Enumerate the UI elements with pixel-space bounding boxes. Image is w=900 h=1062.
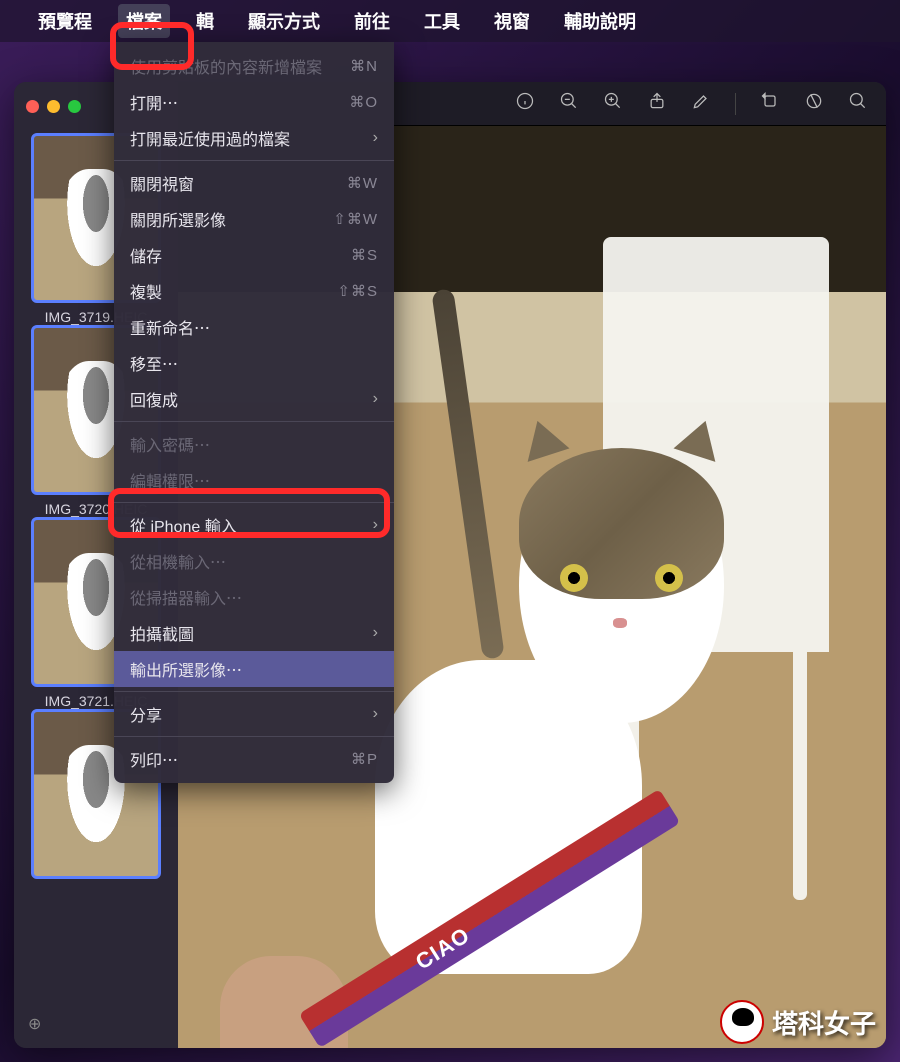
- share-icon[interactable]: [647, 91, 667, 116]
- watermark-icon: [720, 1000, 764, 1044]
- menu-item-label: 輸出所選影像⋯: [130, 657, 242, 681]
- menu-item-label: 複製: [130, 279, 162, 303]
- search-icon[interactable]: [848, 91, 868, 116]
- menu-item[interactable]: 打開最近使用過的檔案 ›: [114, 120, 394, 156]
- menu-item[interactable]: 輸出所選影像⋯: [114, 651, 394, 687]
- menu-item-label: 使用剪貼板的內容新增檔案: [130, 54, 322, 78]
- add-page-button[interactable]: ⊕: [22, 1008, 170, 1040]
- menu-file[interactable]: 檔案: [118, 4, 170, 38]
- menu-item-label: 關閉視窗: [130, 171, 194, 195]
- menu-item-label: 分享: [130, 702, 162, 726]
- menu-item: 編輯權限⋯: [114, 462, 394, 498]
- menu-shortcut: ⌘S: [351, 246, 378, 264]
- menu-edit[interactable]: 輯: [188, 4, 222, 38]
- menu-help[interactable]: 輔助說明: [556, 4, 644, 38]
- menu-item-label: 拍攝截圖: [130, 621, 194, 645]
- menu-item: 從相機輸入⋯: [114, 543, 394, 579]
- menu-item-label: 編輯權限⋯: [130, 468, 210, 492]
- menu-item[interactable]: 分享 ›: [114, 696, 394, 732]
- menu-shortcut: ⌘O: [349, 93, 378, 111]
- menu-item-label: 儲存: [130, 243, 162, 267]
- toolbar-divider: [735, 93, 736, 115]
- info-icon[interactable]: [515, 91, 535, 116]
- menu-item[interactable]: 複製 ⇧⌘S: [114, 273, 394, 309]
- menu-item-label: 打開⋯: [130, 90, 178, 114]
- menu-item[interactable]: 拍攝截圖 ›: [114, 615, 394, 651]
- zoom-in-icon[interactable]: [603, 91, 623, 116]
- menu-shortcut: ⇧⌘W: [333, 210, 378, 228]
- menu-item-label: 關閉所選影像: [130, 207, 226, 231]
- menu-shortcut: ⌘W: [347, 174, 378, 192]
- markup-icon[interactable]: [691, 91, 711, 116]
- menu-item[interactable]: 關閉視窗 ⌘W: [114, 165, 394, 201]
- chevron-right-icon: ›: [373, 624, 378, 642]
- menu-item: 從掃描器輸入⋯: [114, 579, 394, 615]
- menu-separator: [114, 502, 394, 503]
- minimize-button[interactable]: [47, 100, 60, 113]
- menu-separator: [114, 691, 394, 692]
- menu-item: 輸入密碼⋯: [114, 426, 394, 462]
- menu-item-label: 回復成: [130, 387, 178, 411]
- menu-item[interactable]: 儲存 ⌘S: [114, 237, 394, 273]
- chevron-right-icon: ›: [373, 390, 378, 408]
- app-menu[interactable]: 預覽程: [30, 4, 100, 38]
- menu-separator: [114, 160, 394, 161]
- menu-item-label: 重新命名⋯: [130, 315, 210, 339]
- menu-separator: [114, 421, 394, 422]
- menu-go[interactable]: 前往: [346, 4, 398, 38]
- chevron-right-icon: ›: [373, 516, 378, 534]
- menu-window[interactable]: 視窗: [486, 4, 538, 38]
- menu-tools[interactable]: 工具: [416, 4, 468, 38]
- watermark-text: 塔科女子: [772, 1004, 876, 1041]
- menu-item-label: 輸入密碼⋯: [130, 432, 210, 456]
- rotate-icon[interactable]: [760, 91, 780, 116]
- menu-item-label: 打開最近使用過的檔案: [130, 126, 290, 150]
- menu-item-label: 從掃描器輸入⋯: [130, 585, 242, 609]
- zoom-out-icon[interactable]: [559, 91, 579, 116]
- highlight-icon[interactable]: [804, 91, 824, 116]
- system-menubar: 預覽程 檔案 輯 顯示方式 前往 工具 視窗 輔助說明: [0, 0, 900, 42]
- menu-shortcut: ⌘P: [351, 750, 378, 768]
- menu-separator: [114, 736, 394, 737]
- chevron-right-icon: ›: [373, 705, 378, 723]
- menu-shortcut: ⌘N: [350, 57, 378, 75]
- menu-item-label: 列印⋯: [130, 747, 178, 771]
- menu-item[interactable]: 重新命名⋯: [114, 309, 394, 345]
- menu-item[interactable]: 從 iPhone 輸入 ›: [114, 507, 394, 543]
- menu-item-label: 從 iPhone 輸入: [130, 513, 237, 537]
- menu-item[interactable]: 移至⋯: [114, 345, 394, 381]
- menu-view[interactable]: 顯示方式: [240, 4, 328, 38]
- watermark: 塔科女子: [720, 1000, 876, 1044]
- menu-item[interactable]: 打開⋯ ⌘O: [114, 84, 394, 120]
- menu-item[interactable]: 回復成 ›: [114, 381, 394, 417]
- file-menu-dropdown: 使用剪貼板的內容新增檔案 ⌘N 打開⋯ ⌘O 打開最近使用過的檔案 › 關閉視窗 ⌘W 關閉所選…: [114, 42, 394, 783]
- close-button[interactable]: [26, 100, 39, 113]
- chevron-right-icon: ›: [373, 129, 378, 147]
- menu-item[interactable]: 列印⋯ ⌘P: [114, 741, 394, 777]
- menu-item[interactable]: 關閉所選影像 ⇧⌘W: [114, 201, 394, 237]
- menu-item-label: 移至⋯: [130, 351, 178, 375]
- menu-shortcut: ⇧⌘S: [337, 282, 378, 300]
- fullscreen-button[interactable]: [68, 100, 81, 113]
- menu-item-label: 從相機輸入⋯: [130, 549, 226, 573]
- menu-item: 使用剪貼板的內容新增檔案 ⌘N: [114, 48, 394, 84]
